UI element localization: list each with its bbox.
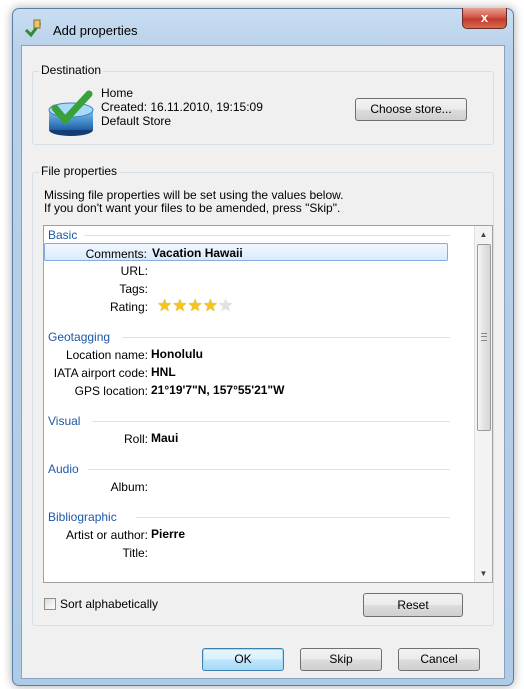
category-label: Visual (48, 414, 81, 428)
scrollbar-grip-icon (481, 333, 487, 341)
window-title: Add properties (53, 23, 138, 38)
cancel-button[interactable]: Cancel (398, 648, 480, 671)
property-row-rating[interactable]: Rating: ★★★★★ (44, 297, 448, 315)
category-label: Basic (48, 228, 78, 242)
star-filled-icon[interactable]: ★ (203, 296, 218, 315)
property-label: Location name: (65, 348, 148, 362)
property-label: Artist or author: (65, 528, 148, 542)
category-basic[interactable]: Basic (44, 226, 456, 244)
destination-name: Home (101, 86, 134, 100)
scrollbar-thumb[interactable] (477, 244, 491, 431)
property-row-gps[interactable]: GPS location: 21°19'7"N, 157°55'21"W (44, 381, 448, 399)
skip-button[interactable]: Skip (300, 648, 382, 671)
description-line-2: If you don't want your files to be amend… (44, 201, 341, 215)
category-divider (122, 337, 450, 338)
scroll-down-arrow-icon[interactable]: ▼ (475, 565, 492, 582)
ok-button[interactable]: OK (202, 648, 284, 671)
property-grid[interactable]: Basic Comments: Vacation Hawaii URL: Tag… (43, 225, 493, 583)
category-geotagging[interactable]: Geotagging (44, 328, 456, 346)
sort-alphabetically-checkbox[interactable] (44, 598, 56, 610)
star-filled-icon[interactable]: ★ (172, 296, 187, 315)
property-value: Pierre (151, 527, 186, 541)
property-label: URL: (120, 264, 148, 278)
property-label: IATA airport code: (53, 366, 148, 380)
destination-store: Default Store (101, 114, 172, 128)
property-value: Honolulu (151, 347, 203, 361)
destination-group-label: Destination (39, 63, 104, 77)
scroll-up-arrow-icon[interactable]: ▲ (475, 226, 492, 243)
property-row-album[interactable]: Album: (44, 477, 448, 495)
property-row-iata[interactable]: IATA airport code: HNL (44, 363, 448, 381)
property-label: Comments: (85, 247, 147, 261)
property-label: Tags: (119, 282, 148, 296)
property-label: Album: (110, 480, 148, 494)
reset-button[interactable]: Reset (363, 593, 463, 617)
sort-alphabetically-label[interactable]: Sort alphabetically (60, 597, 158, 611)
property-grid-scrollbar[interactable]: ▲ ▼ (474, 226, 492, 582)
choose-store-button[interactable]: Choose store... (355, 98, 467, 121)
category-visual[interactable]: Visual (44, 412, 456, 430)
property-label: Rating: (109, 300, 148, 314)
category-divider (92, 421, 450, 422)
property-row-location-name[interactable]: Location name: Honolulu (44, 345, 448, 363)
property-value: HNL (151, 365, 176, 379)
file-properties-description: Missing file properties will be set usin… (44, 189, 343, 215)
property-row-title[interactable]: Title: (44, 543, 448, 561)
rating-stars[interactable]: ★★★★★ (157, 297, 233, 315)
property-label: GPS location: (74, 384, 148, 398)
destination-info: Home Created: 16.11.2010, 19:15:09 Defau… (101, 86, 263, 128)
file-properties-group: File properties Missing file properties … (32, 164, 494, 626)
category-label: Audio (48, 462, 79, 476)
category-label: Geotagging (48, 330, 111, 344)
category-label: Bibliographic (48, 510, 117, 524)
star-filled-icon[interactable]: ★ (188, 296, 203, 315)
add-properties-icon (24, 19, 42, 38)
dialog-client-area: Destination Home Created: 16.11.2010, 19… (21, 45, 505, 679)
add-properties-window: Add properties x Destination Home Create… (12, 8, 514, 686)
property-label: Title: (122, 546, 148, 560)
category-divider (84, 235, 450, 236)
property-row-url[interactable]: URL: (44, 261, 448, 279)
property-value: Vacation Hawaii (152, 246, 243, 260)
property-row-roll[interactable]: Roll: Maui (44, 429, 448, 447)
category-audio[interactable]: Audio (44, 460, 456, 478)
store-checkmark-icon (48, 90, 94, 136)
category-divider (136, 517, 450, 518)
property-grid-content: Basic Comments: Vacation Hawaii URL: Tag… (44, 226, 456, 582)
destination-group: Destination Home Created: 16.11.2010, 19… (32, 63, 494, 145)
property-row-tags[interactable]: Tags: (44, 279, 448, 297)
property-value: Maui (151, 431, 179, 445)
file-properties-group-label: File properties (39, 164, 120, 178)
property-row-artist[interactable]: Artist or author: Pierre (44, 525, 448, 543)
category-bibliographic[interactable]: Bibliographic (44, 508, 456, 526)
star-filled-icon[interactable]: ★ (157, 296, 172, 315)
star-empty-icon[interactable]: ★ (218, 296, 233, 315)
title-bar[interactable]: Add properties x (13, 8, 513, 45)
destination-created: Created: 16.11.2010, 19:15:09 (101, 100, 263, 114)
close-button[interactable]: x (462, 8, 507, 29)
property-label: Roll: (123, 432, 148, 446)
category-divider (88, 469, 450, 470)
property-row-comments[interactable]: Comments: Vacation Hawaii (44, 243, 448, 261)
property-value: 21°19'7"N, 157°55'21"W (151, 383, 285, 397)
